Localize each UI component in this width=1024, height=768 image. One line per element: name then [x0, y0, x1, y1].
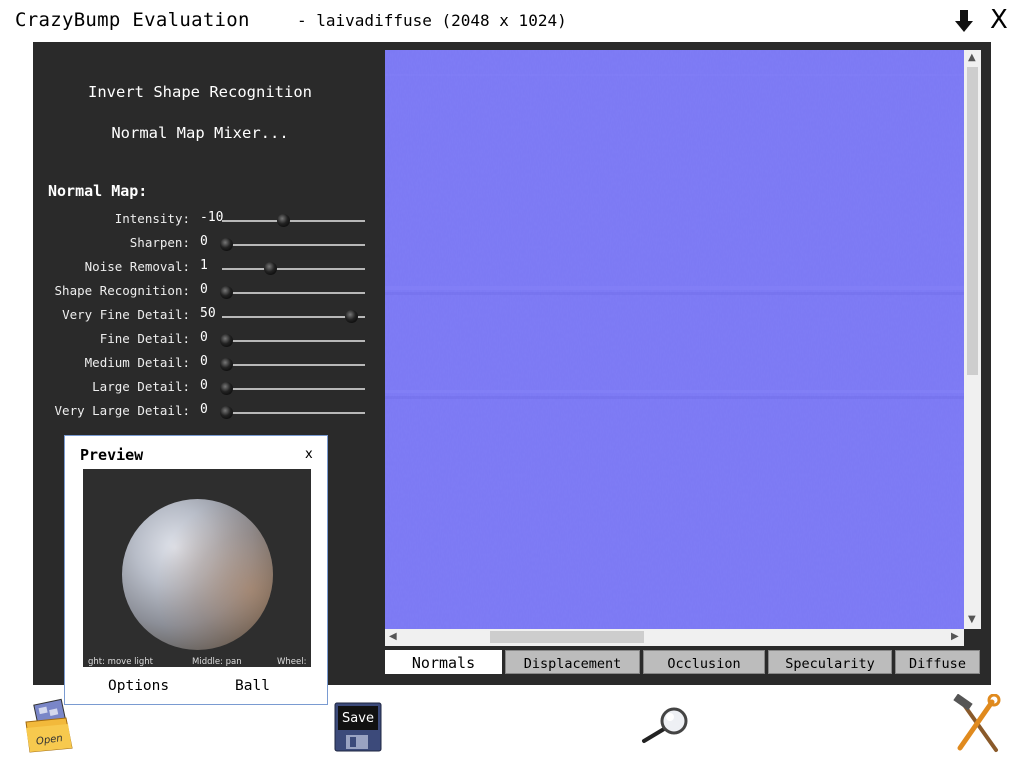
close-button[interactable]: X — [990, 6, 1008, 34]
preview-title: Preview — [80, 446, 144, 464]
floppy-disk-icon: Save — [334, 702, 382, 752]
hint-right-drag: ght: move light — [88, 657, 153, 667]
normal-map-heading: Normal Map: — [48, 182, 148, 200]
slider-row: Fine Detail: 0 — [0, 327, 380, 351]
vertical-scroll-thumb[interactable] — [967, 67, 978, 375]
hint-middle-pan: Middle: pan — [192, 657, 242, 667]
normal-map-viewer[interactable] — [385, 50, 964, 629]
slider-row: Sharpen: 0 — [0, 231, 380, 255]
preview-options-button[interactable]: Options — [108, 678, 169, 694]
normal-map-texture — [385, 50, 964, 629]
slider-value: 50 — [200, 306, 216, 321]
settings-button[interactable] — [952, 693, 1002, 754]
slider-knob[interactable] — [220, 382, 233, 395]
slider-row: Very Fine Detail: 50 — [0, 303, 380, 327]
slider-knob[interactable] — [344, 310, 358, 323]
hammer-wrench-icon — [953, 693, 1001, 752]
slider-row: Intensity: -10 — [0, 207, 380, 231]
slider-value: -10 — [200, 210, 224, 225]
slider-row: Medium Detail: 0 — [0, 351, 380, 375]
slider-value: 1 — [200, 258, 208, 273]
slider-label: Very Large Detail: — [54, 403, 190, 418]
slider-track[interactable] — [222, 268, 365, 270]
slider-knob[interactable] — [220, 286, 233, 299]
scroll-left-icon[interactable]: ◀ — [389, 631, 397, 642]
slider-label: Intensity: — [114, 211, 190, 226]
horizontal-scrollbar[interactable] — [385, 629, 964, 646]
slider-label: Large Detail: — [92, 379, 190, 394]
slider-track[interactable] — [222, 292, 365, 294]
minimize-button[interactable] — [952, 8, 976, 34]
slider-track[interactable] — [222, 340, 365, 342]
slider-label: Sharpen: — [129, 235, 190, 250]
sphere-light-tint — [122, 499, 273, 650]
svg-text:Save: Save — [342, 711, 374, 726]
slider-knob[interactable] — [220, 358, 233, 371]
slider-track[interactable] — [222, 244, 365, 246]
slider-knob[interactable] — [277, 214, 291, 227]
open-button[interactable]: Open — [22, 698, 74, 754]
slider-knob[interactable] — [220, 334, 233, 347]
save-button[interactable]: Save — [334, 702, 382, 752]
slider-value: 0 — [200, 234, 208, 249]
down-arrow-icon — [955, 10, 973, 32]
open-folder-icon: Open — [25, 698, 73, 753]
slider-value: 0 — [200, 378, 208, 393]
slider-label: Very Fine Detail: — [62, 307, 190, 322]
preview-ball-button[interactable]: Ball — [235, 678, 270, 694]
slider-value: 0 — [200, 402, 208, 417]
window-title: CrazyBump Evaluation — [15, 9, 250, 31]
slider-knob[interactable] — [220, 238, 233, 251]
slider-track[interactable] — [222, 412, 365, 414]
slider-track[interactable] — [222, 220, 365, 222]
scroll-up-icon[interactable]: ▲ — [968, 52, 976, 63]
slider-knob[interactable] — [264, 262, 278, 275]
slider-track[interactable] — [222, 316, 365, 318]
slider-row: Noise Removal: 1 — [0, 255, 380, 279]
preview-close-button[interactable]: x — [305, 447, 313, 462]
horizontal-scroll-thumb[interactable] — [490, 631, 644, 643]
invert-shape-recognition-button[interactable]: Invert Shape Recognition — [45, 83, 355, 101]
slider-value: 0 — [200, 354, 208, 369]
slider-label: Noise Removal: — [84, 259, 190, 274]
slider-label: Medium Detail: — [84, 355, 190, 370]
scroll-right-icon[interactable]: ▶ — [951, 631, 959, 642]
normal-map-mixer-button[interactable]: Normal Map Mixer... — [45, 124, 355, 142]
slider-row: Very Large Detail: 0 — [0, 399, 380, 423]
slider-label: Fine Detail: — [99, 331, 190, 346]
tab-occlusion[interactable]: Occlusion — [643, 650, 765, 674]
slider-label: Shape Recognition: — [54, 283, 190, 298]
tab-diffuse[interactable]: Diffuse — [895, 650, 980, 674]
magnifier-icon — [642, 707, 688, 743]
slider-track[interactable] — [222, 364, 365, 366]
file-subtitle: - laivadiffuse (2048 x 1024) — [297, 11, 567, 30]
zoom-button[interactable] — [640, 705, 692, 745]
slider-value: 0 — [200, 282, 208, 297]
scroll-down-icon[interactable]: ▼ — [968, 614, 976, 625]
slider-row: Shape Recognition: 0 — [0, 279, 380, 303]
hint-wheel: Wheel: — [277, 657, 307, 667]
tab-displacement[interactable]: Displacement — [505, 650, 640, 674]
slider-row: Large Detail: 0 — [0, 375, 380, 399]
slider-track[interactable] — [222, 388, 365, 390]
slider-value: 0 — [200, 330, 208, 345]
slider-knob[interactable] — [220, 406, 233, 419]
tab-normals[interactable]: Normals — [385, 650, 502, 674]
tab-specularity[interactable]: Specularity — [768, 650, 892, 674]
